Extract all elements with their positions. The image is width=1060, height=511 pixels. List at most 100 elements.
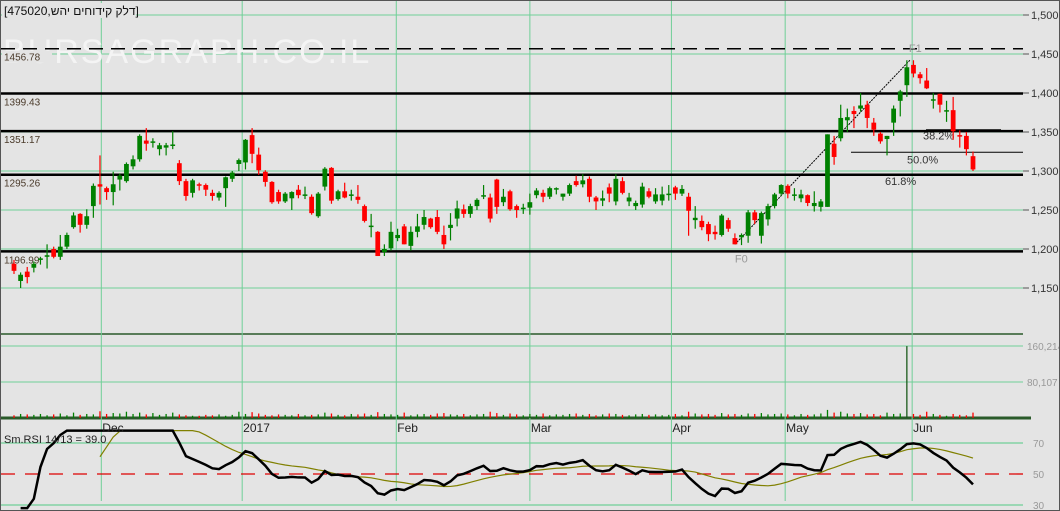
price-tick-label: 1,300 bbox=[1031, 166, 1059, 178]
stock-chart-window: BURSAGRAPH.CO.IL 1456.78 1399.43 1351.17 12… bbox=[0, 0, 1060, 511]
candle-body bbox=[249, 135, 255, 154]
candle-body bbox=[917, 74, 923, 79]
candle-body bbox=[871, 122, 877, 130]
fib-retracement-label: 61.8% bbox=[885, 176, 916, 188]
month-label: 2017 bbox=[243, 421, 270, 435]
candle-body bbox=[24, 271, 30, 278]
candle-body bbox=[64, 234, 70, 247]
candle-body bbox=[434, 217, 440, 232]
fib-retracement-label: 50.0% bbox=[907, 154, 938, 166]
candle-body bbox=[785, 185, 791, 194]
candle-body bbox=[84, 216, 90, 225]
candle-body bbox=[580, 180, 586, 185]
candle-body bbox=[196, 184, 202, 186]
month-label: Apr bbox=[672, 421, 691, 435]
rsi-panel: 70 50 30 bbox=[1, 429, 1045, 510]
candle-body bbox=[381, 249, 387, 253]
candle-body bbox=[176, 163, 182, 182]
candle-body bbox=[348, 194, 354, 196]
candle-body bbox=[329, 167, 334, 201]
candle-body bbox=[838, 117, 844, 139]
price-level-label: 1351.17 bbox=[4, 135, 41, 146]
candle-body bbox=[897, 91, 903, 101]
candle-body bbox=[388, 231, 394, 249]
candle-body bbox=[864, 104, 870, 118]
price-tick-label: 1,250 bbox=[1031, 205, 1059, 217]
candle-body bbox=[163, 145, 169, 148]
candle-body bbox=[296, 189, 301, 196]
candle-body bbox=[811, 202, 817, 207]
candle-body bbox=[957, 135, 963, 137]
month-label: Feb bbox=[397, 421, 418, 435]
price-level-label: 1399.43 bbox=[4, 97, 41, 108]
candle-body bbox=[415, 226, 420, 232]
candle-body bbox=[362, 206, 367, 221]
candle-body bbox=[38, 258, 43, 260]
price-level-label: 1456.78 bbox=[4, 53, 41, 64]
candle-body bbox=[507, 191, 513, 210]
rsi-tick-label: 50 bbox=[1033, 470, 1045, 481]
candle-body bbox=[944, 110, 949, 112]
candle-body bbox=[758, 213, 764, 236]
candle-body bbox=[964, 135, 969, 150]
fib-f0-label: F0 bbox=[735, 253, 748, 265]
candle-body bbox=[851, 110, 857, 115]
candle-body bbox=[342, 191, 348, 198]
chart-canvas[interactable]: BURSAGRAPH.CO.IL 1456.78 1399.43 1351.17 12… bbox=[1, 1, 1060, 511]
rsi-tick-label: 70 bbox=[1033, 439, 1045, 450]
price-tick-label: 1,400 bbox=[1031, 88, 1059, 100]
candle-body bbox=[256, 154, 262, 171]
candle-body bbox=[620, 181, 625, 193]
candle-body bbox=[904, 67, 910, 86]
candle-body bbox=[937, 93, 943, 105]
candle-body bbox=[408, 231, 414, 246]
candle-body bbox=[772, 194, 777, 207]
candle-body bbox=[375, 231, 381, 257]
candle-body bbox=[553, 188, 559, 190]
candle-body bbox=[930, 99, 936, 101]
candle-body bbox=[825, 134, 830, 207]
candle-body bbox=[514, 206, 520, 210]
fib-retracement-label: 38.2% bbox=[923, 130, 954, 142]
candle-body bbox=[878, 133, 883, 142]
candle-body bbox=[302, 194, 308, 196]
candle-body bbox=[659, 194, 665, 201]
candle-body bbox=[778, 185, 784, 194]
candle-body bbox=[719, 215, 725, 235]
candle-body bbox=[739, 234, 744, 238]
candle-body bbox=[110, 184, 116, 193]
rsi-label: Sm.RSI 14/13 = 39.0 bbox=[4, 434, 106, 446]
candle-body bbox=[494, 179, 500, 207]
candle-body bbox=[395, 234, 400, 239]
candle-body bbox=[322, 168, 328, 187]
candle-body bbox=[891, 108, 897, 123]
candle-body bbox=[646, 191, 652, 197]
candle-body bbox=[309, 196, 315, 214]
candle-body bbox=[282, 193, 288, 202]
candle-body bbox=[527, 202, 533, 208]
price-tick-label: 1,500 bbox=[1031, 10, 1059, 22]
candle-body bbox=[970, 156, 976, 170]
watermark: BURSAGRAPH.CO.IL bbox=[3, 33, 371, 71]
candle-body bbox=[818, 201, 824, 207]
month-label: Dec bbox=[102, 421, 123, 435]
candle-body bbox=[666, 193, 672, 196]
candle-body bbox=[467, 206, 473, 214]
candle-body bbox=[858, 105, 863, 109]
candle-body bbox=[243, 139, 248, 163]
candle-body bbox=[77, 213, 83, 225]
candle-body bbox=[18, 274, 23, 281]
candle-body bbox=[57, 246, 63, 257]
candle-body bbox=[520, 207, 526, 210]
candle-body bbox=[573, 181, 579, 186]
price-axis: 1,500 1,450 1,400 1,350 1,300 1,250 1,200 1,150… bbox=[102, 10, 1060, 435]
candle-body bbox=[745, 212, 751, 236]
rsi-signal-line bbox=[99, 430, 974, 488]
candle-body bbox=[31, 263, 37, 268]
candle-body bbox=[44, 255, 50, 257]
chart-title: [475020,דלק קידוחים יהש] bbox=[4, 4, 139, 18]
candle-body bbox=[805, 195, 811, 203]
candle-body bbox=[276, 192, 281, 202]
volume-tick-label: 160,214 bbox=[1027, 342, 1060, 353]
candle-body bbox=[600, 198, 606, 201]
